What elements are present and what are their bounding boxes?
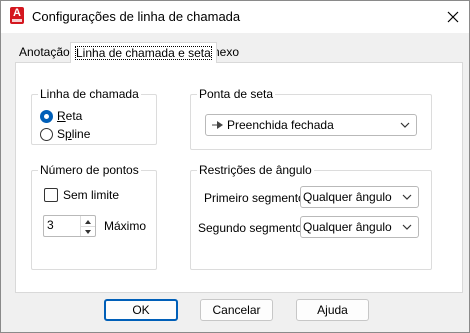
checkbox-label: Sem limite: [63, 188, 120, 202]
radio-button[interactable]: [40, 127, 53, 141]
tab-label: Linha de chamada e seta: [75, 46, 212, 60]
ok-button[interactable]: OK: [104, 299, 178, 321]
radio-button[interactable]: [40, 109, 53, 123]
caret-down-icon: [85, 230, 91, 234]
max-label: Máximo: [104, 219, 147, 233]
angle-constraints-group: Restrições de ângulo Primeiro segmento: …: [190, 163, 432, 270]
button-label: OK: [132, 303, 150, 317]
arrowhead-group: Ponta de seta Preenchida fechada: [190, 87, 432, 150]
button-label: Cancelar: [212, 303, 261, 317]
leader-line-group: Linha de chamada Reta Spline: [31, 87, 157, 145]
group-legend: Número de pontos: [38, 163, 141, 177]
dialog-client-area: Anotação Linha de chamada e seta Anexo L…: [1, 33, 469, 332]
cancel-button[interactable]: Cancelar: [200, 299, 273, 321]
arrowhead-select[interactable]: Preenchida fechada: [205, 114, 417, 136]
arrowhead-value: Preenchida fechada: [227, 118, 334, 132]
group-legend: Ponta de seta: [197, 87, 276, 101]
dialog-window: A Configurações de linha de chamada Anot…: [0, 0, 470, 333]
radio-reta[interactable]: Reta: [40, 108, 82, 124]
radio-spline[interactable]: Spline: [40, 126, 90, 142]
group-legend: Restrições de ângulo: [197, 163, 314, 177]
window-title: Configurações de linha de chamada: [32, 9, 241, 24]
chevron-down-icon: [402, 224, 412, 230]
title-bar: A Configurações de linha de chamada: [1, 1, 469, 33]
first-segment-label: Primeiro segmento:: [204, 191, 309, 205]
group-legend: Linha de chamada: [38, 87, 141, 101]
tab-label: Anotação: [19, 45, 70, 59]
button-label: Ajuda: [317, 303, 348, 317]
help-button[interactable]: Ajuda: [296, 299, 369, 321]
first-segment-select[interactable]: Qualquer ângulo: [300, 186, 419, 208]
tab-linha-de-chamada-e-seta[interactable]: Linha de chamada e seta: [70, 42, 217, 63]
tab-anotacao[interactable]: Anotação: [15, 44, 74, 61]
checkbox[interactable]: [44, 188, 58, 202]
close-button[interactable]: [441, 5, 465, 29]
first-segment-value: Qualquer ângulo: [303, 190, 392, 204]
second-segment-label: Segundo segmento:: [198, 221, 306, 235]
stepper-arrows: [80, 216, 95, 236]
chevron-down-icon: [400, 122, 410, 128]
close-icon: [447, 11, 459, 23]
arrowhead-closed-filled-icon: [212, 121, 223, 129]
number-of-points-group: Número de pontos Sem limite 3 Máximo: [31, 163, 157, 270]
stepper-down-button[interactable]: [81, 226, 95, 236]
stepper-value[interactable]: 3: [47, 218, 54, 232]
checkbox-sem-limite[interactable]: Sem limite: [44, 187, 119, 203]
second-segment-value: Qualquer ângulo: [303, 220, 392, 234]
second-segment-select[interactable]: Qualquer ângulo: [300, 216, 419, 238]
chevron-down-icon: [402, 194, 412, 200]
max-points-stepper[interactable]: 3: [43, 215, 96, 237]
tab-panel: Linha de chamada Reta Spline Ponta de se…: [15, 62, 463, 293]
radio-label: Spline: [57, 127, 91, 141]
autocad-icon: A: [10, 7, 24, 24]
radio-label: Reta: [57, 109, 83, 123]
